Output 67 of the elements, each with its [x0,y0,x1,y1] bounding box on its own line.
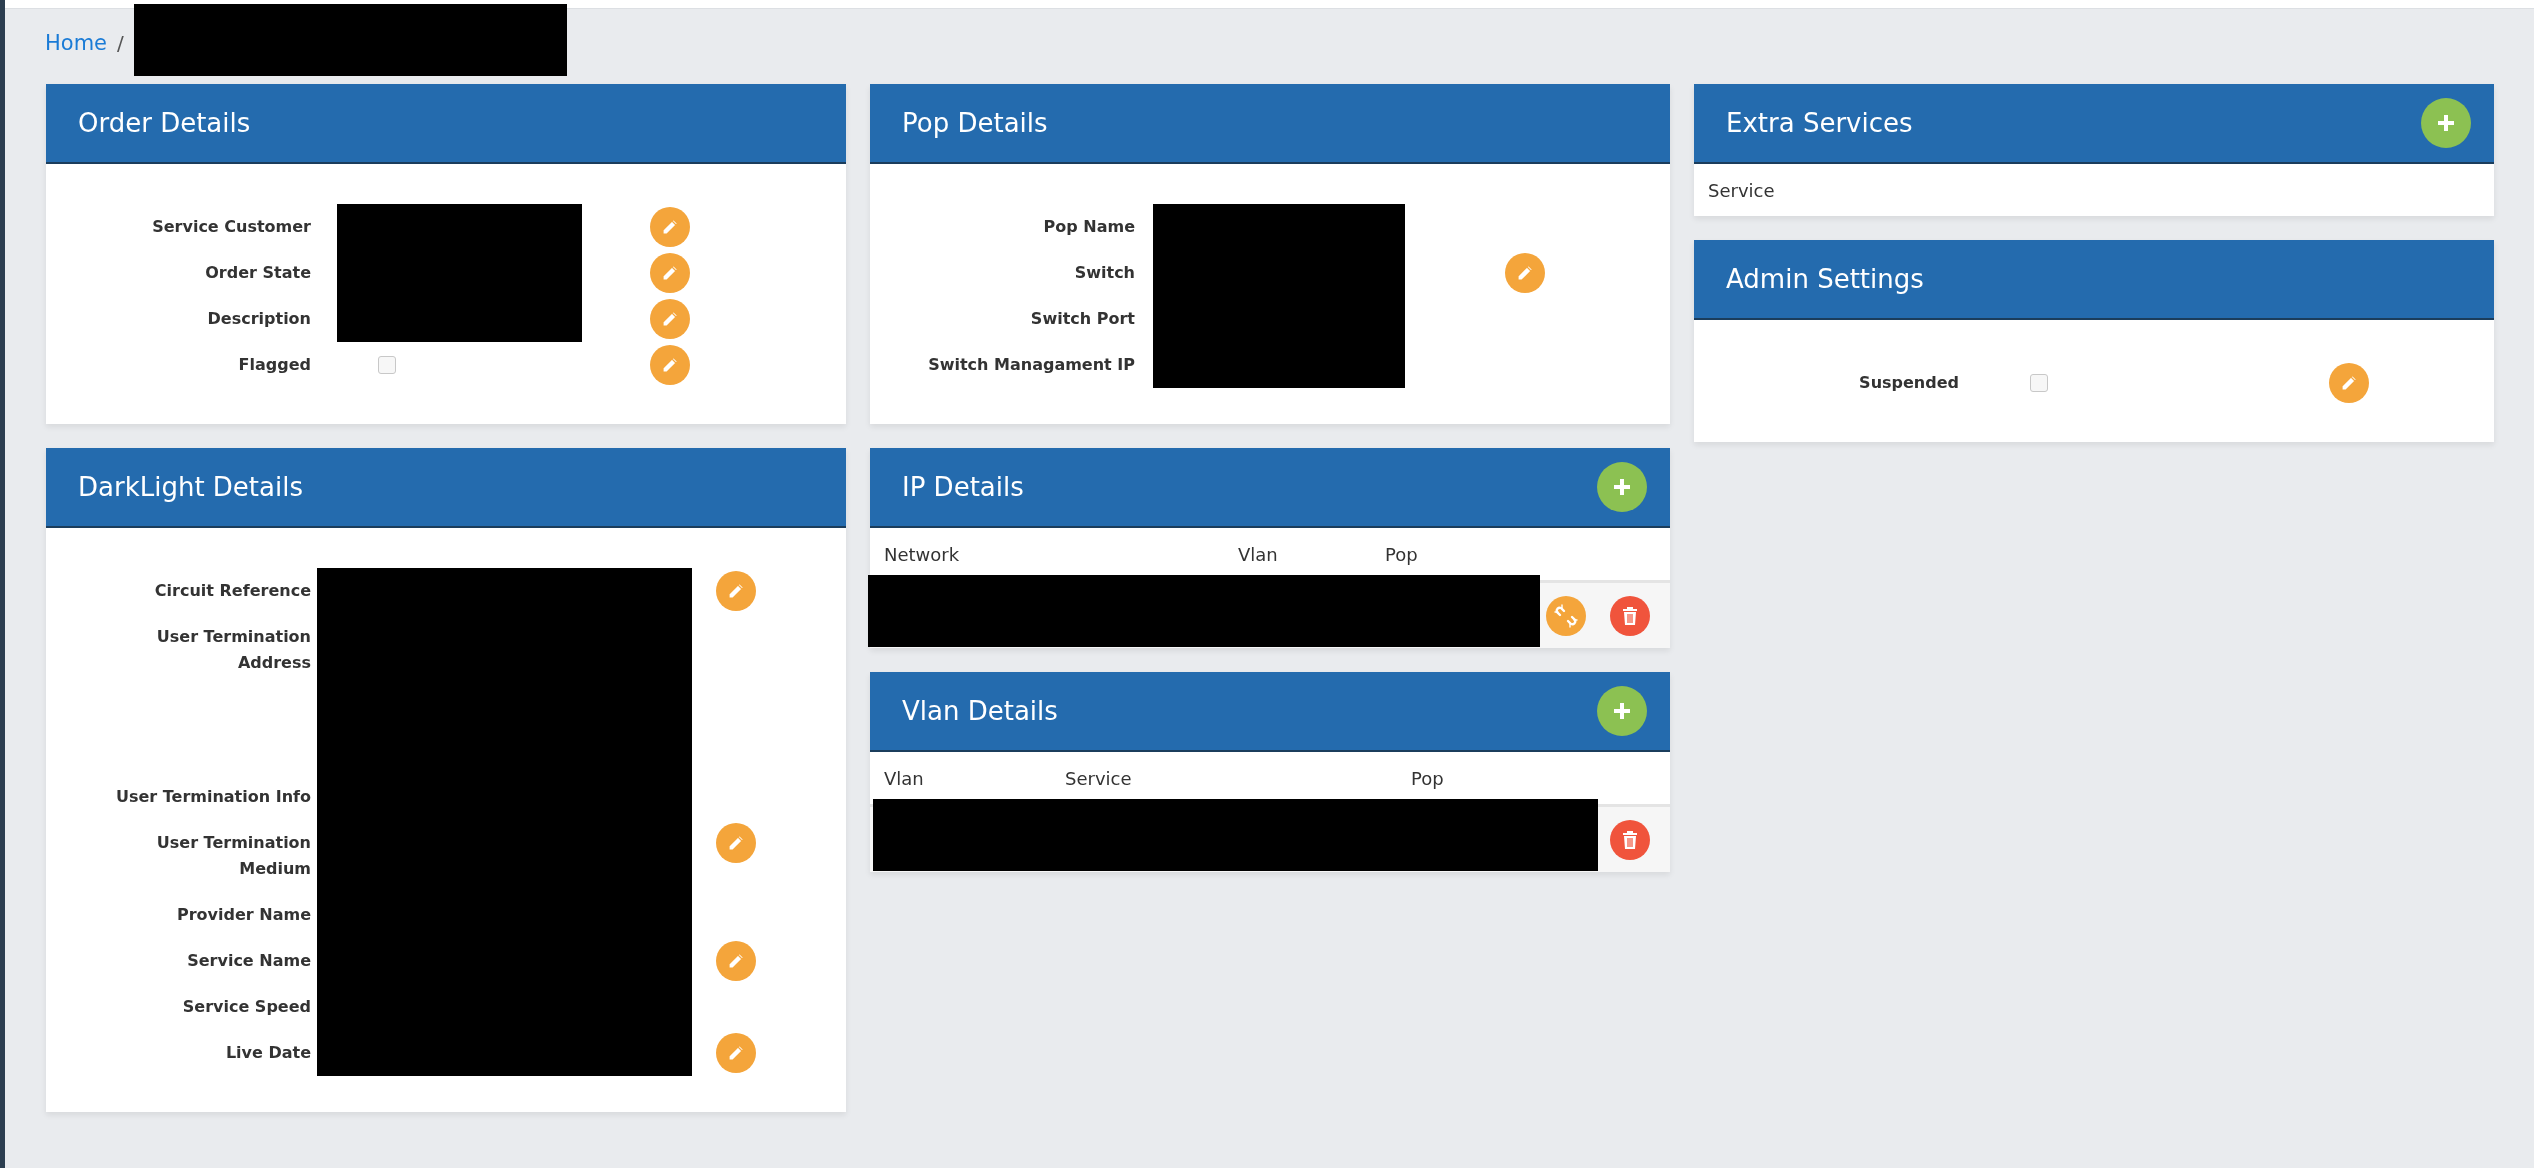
panel-title: IP Details [902,472,1024,502]
field-label: Switch Managament IP [927,354,1135,376]
edit-button[interactable] [650,253,690,293]
column-header: Service [1708,179,1776,201]
add-button[interactable] [1597,462,1647,512]
plus-icon [2436,113,2456,133]
field-label: User Termination Info [114,786,311,808]
unlink-button[interactable] [1546,595,1586,636]
field-label: Description [206,308,311,330]
add-button[interactable] [1597,686,1647,736]
edit-button[interactable] [716,941,756,981]
checkbox[interactable] [378,356,396,374]
edit-button[interactable] [716,1033,756,1073]
plus-icon [1612,701,1632,721]
edit-button[interactable] [716,823,756,863]
add-button[interactable] [2421,98,2471,148]
panel-title: Vlan Details [902,696,1058,726]
field-label: Provider Name [176,904,311,926]
panel-title: Pop Details [902,108,1048,138]
breadcrumb-separator: / [117,30,124,55]
edit-button[interactable] [650,299,690,339]
column-header: Vlan [884,767,925,789]
field-label: Flagged [237,354,311,376]
column-header: Pop [1385,543,1419,565]
edit-button[interactable] [650,345,690,385]
field-label: Circuit Reference [153,580,311,602]
pencil-icon [2339,373,2359,393]
field-label: Service Name [186,950,311,972]
column-header: Pop [1411,767,1445,789]
pencil-icon [660,217,680,237]
field-label: Order State [204,262,311,284]
pencil-icon [726,1043,746,1063]
trash-icon [1621,829,1639,850]
pencil-icon [660,355,680,375]
edit-button[interactable] [716,571,756,611]
panel-title: Order Details [78,108,251,138]
column-header: Service [1065,767,1133,789]
field-label: Switch Port [1029,308,1135,330]
edit-button[interactable] [1505,253,1545,293]
edit-button[interactable] [2329,363,2369,403]
field-label: Service Customer [151,216,311,238]
pencil-icon [660,309,680,329]
field-label: User Termination Address [155,626,311,674]
column-header: Vlan [1238,543,1279,565]
field-label: Live Date [224,1042,311,1064]
breadcrumb-link[interactable]: Home [45,30,107,55]
delete-button[interactable] [1610,819,1650,860]
pencil-icon [726,833,746,853]
field-label: Service Speed [181,996,311,1018]
pencil-icon [660,263,680,283]
delete-button[interactable] [1610,595,1650,636]
broken-link-icon [1554,603,1578,628]
panel-title: Extra Services [1726,108,1913,138]
column-header: Network [884,543,961,565]
plus-icon [1612,477,1632,497]
field-label: Switch [1073,262,1135,284]
edit-button[interactable] [650,207,690,247]
pencil-icon [726,951,746,971]
panel-title: DarkLight Details [78,472,303,502]
panel-title: Admin Settings [1726,264,1924,294]
pencil-icon [1515,263,1535,283]
pencil-icon [726,581,746,601]
field-label: Suspended [1858,372,1959,394]
checkbox[interactable] [2030,374,2048,392]
trash-icon [1621,605,1639,626]
field-label: Pop Name [1042,216,1135,238]
field-label: User Termination Medium [155,832,311,880]
